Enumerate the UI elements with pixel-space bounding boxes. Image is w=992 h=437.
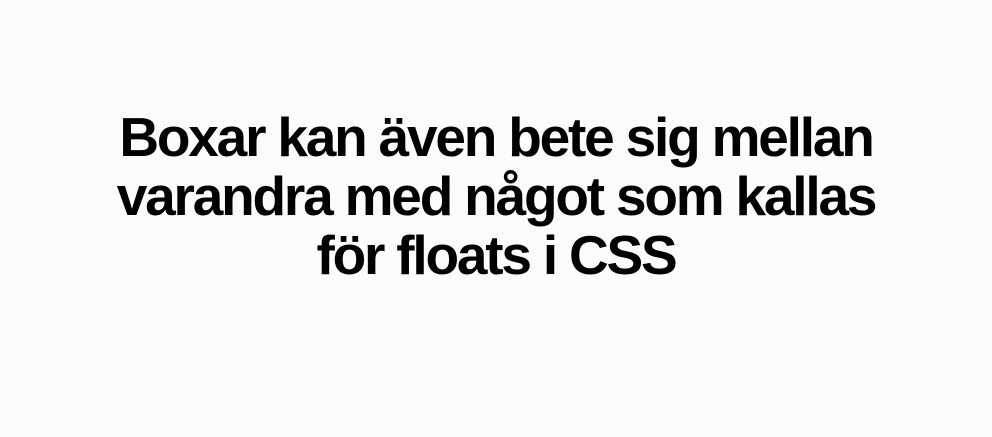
slide: Boxar kan även bete sig mellan varandra … bbox=[0, 0, 992, 437]
slide-headline: Boxar kan även bete sig mellan varandra … bbox=[0, 108, 992, 285]
headline-line-2: varandra med något som kallas bbox=[116, 165, 878, 227]
headline-line-1: Boxar kan även bete sig mellan bbox=[119, 106, 874, 168]
headline-line-3: för floats i CSS bbox=[316, 224, 677, 286]
